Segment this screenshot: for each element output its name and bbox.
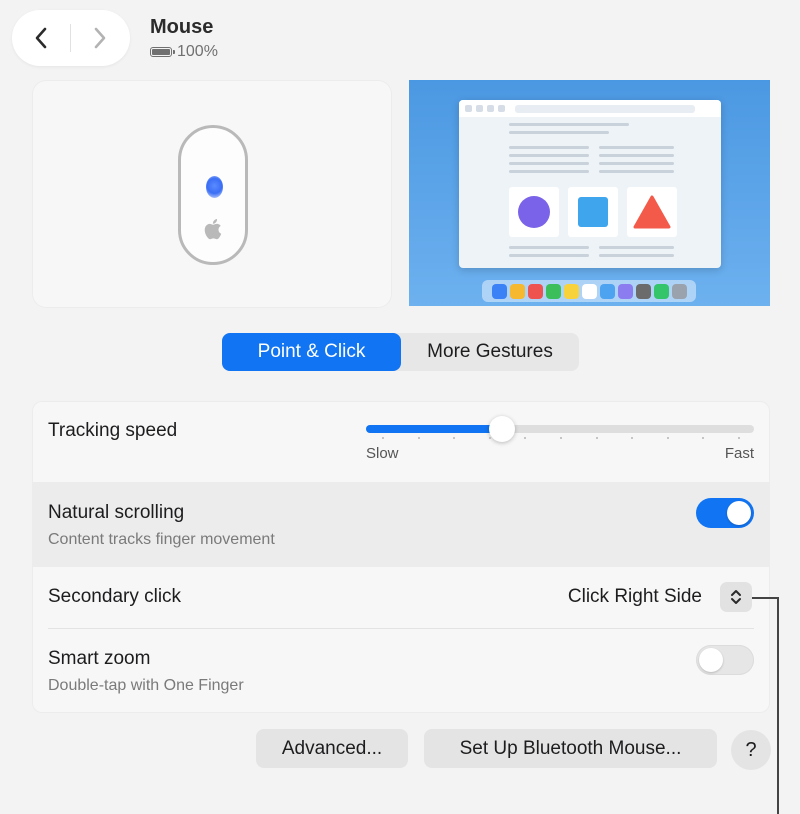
gesture-preview-panel [409,80,770,306]
secondary-click-value[interactable]: Click Right Side [568,586,702,608]
dock-app-icon [635,283,651,299]
preview-text-line [599,146,674,149]
dock-app-icon [563,283,579,299]
chevron-right-icon [94,27,106,49]
battery-level: 100% [177,43,218,60]
smart-zoom-toggle[interactable] [696,645,754,675]
dock-app-icon [617,283,633,299]
tracking-speed-row: Tracking speed Slow Fast [32,401,770,482]
preview-tile-triangle [627,187,677,237]
slider-tick [595,437,598,439]
navigation-controls [12,10,130,66]
mouse-preview-panel [32,80,392,308]
forward-button[interactable] [71,10,129,66]
natural-scrolling-description: Content tracks finger movement [48,531,275,548]
slider-tick [738,437,740,439]
preview-toolbar-dot [487,105,494,112]
dock-app-icon [545,283,561,299]
battery-fill [152,49,170,55]
smart-zoom-description: Double-tap with One Finger [48,677,244,694]
secondary-click-label: Secondary click [48,586,182,607]
preview-tile-square [568,187,618,237]
dock-app-icon [491,283,507,299]
toggle-knob [727,501,751,525]
finger-touch-indicator [206,176,223,198]
dock-app-icon [527,283,543,299]
slider-tick [417,437,420,439]
preview-dock [482,280,696,302]
preview-circle-shape [518,196,550,228]
slider-tick [631,437,634,439]
slider-tick [560,437,562,439]
gesture-tabs: Point & Click More Gestures [222,333,579,371]
slider-tick [382,437,384,439]
preview-text-line [599,246,674,249]
preview-text-line [509,162,589,165]
header-title-block: Mouse 100% [150,16,218,61]
preview-text-line [599,162,674,165]
preview-address-bar [515,104,695,113]
page-title: Mouse [150,16,214,38]
advanced-button[interactable]: Advanced... [256,729,408,768]
preview-triangle-shape [633,195,671,229]
annotation-line-horizontal [752,597,779,599]
battery-status: 100% [150,43,218,61]
back-button[interactable] [12,10,70,66]
preview-toolbar-dot [476,105,483,112]
preview-text-line [509,170,589,173]
smart-zoom-row: Smart zoom Double-tap with One Finger [32,629,770,713]
preview-toolbar-dot [498,105,505,112]
preview-text-line [509,254,589,257]
secondary-click-popup-button[interactable] [720,582,752,612]
chevron-left-icon [35,27,47,49]
preview-text-line [509,146,589,149]
slider-tick [524,437,527,439]
help-button[interactable]: ? [731,730,771,770]
slider-tick [702,437,705,439]
preview-text-line [599,154,674,157]
preview-toolbar-dot [465,105,472,112]
preview-text-line [599,254,674,257]
slider-tick [666,437,669,439]
preview-text-line [599,170,674,173]
magic-mouse-illustration [178,125,248,265]
natural-scrolling-toggle[interactable] [696,498,754,528]
preview-text-line [509,246,589,249]
dock-app-icon [509,283,525,299]
settings-group: Tracking speed Slow Fast Natural scrolli… [32,401,770,713]
tab-point-and-click[interactable]: Point & Click [222,333,401,371]
tab-more-gestures[interactable]: More Gestures [401,333,579,371]
battery-icon [150,47,175,57]
secondary-click-row: Secondary click Click Right Side [32,567,770,629]
dock-app-icon [671,283,687,299]
preview-text-line [509,123,629,126]
preview-window-toolbar [459,100,721,117]
natural-scrolling-row: Natural scrolling Content tracks finger … [32,482,770,567]
chevron-up-down-icon [731,590,741,604]
preview-window [459,100,721,268]
natural-scrolling-label: Natural scrolling [48,502,185,523]
slider-max-label: Fast [724,445,754,462]
slider-fill [366,425,502,433]
annotation-line-vertical [777,597,779,814]
preview-square-shape [578,197,608,227]
tracking-speed-label: Tracking speed [48,420,178,441]
slider-knob[interactable] [488,416,515,442]
apple-logo-icon [204,219,222,240]
slider-tick [488,437,491,439]
preview-tile-circle [509,187,559,237]
toggle-knob [699,648,723,672]
dock-app-icon [581,283,597,299]
tracking-speed-slider[interactable] [366,416,754,442]
preview-text-line [509,131,609,134]
smart-zoom-label: Smart zoom [48,648,151,669]
slider-min-label: Slow [366,445,399,462]
dock-app-icon [599,283,615,299]
slider-tick [453,437,456,439]
setup-bluetooth-mouse-button[interactable]: Set Up Bluetooth Mouse... [424,729,717,768]
preview-text-line [509,154,589,157]
dock-app-icon [653,283,669,299]
